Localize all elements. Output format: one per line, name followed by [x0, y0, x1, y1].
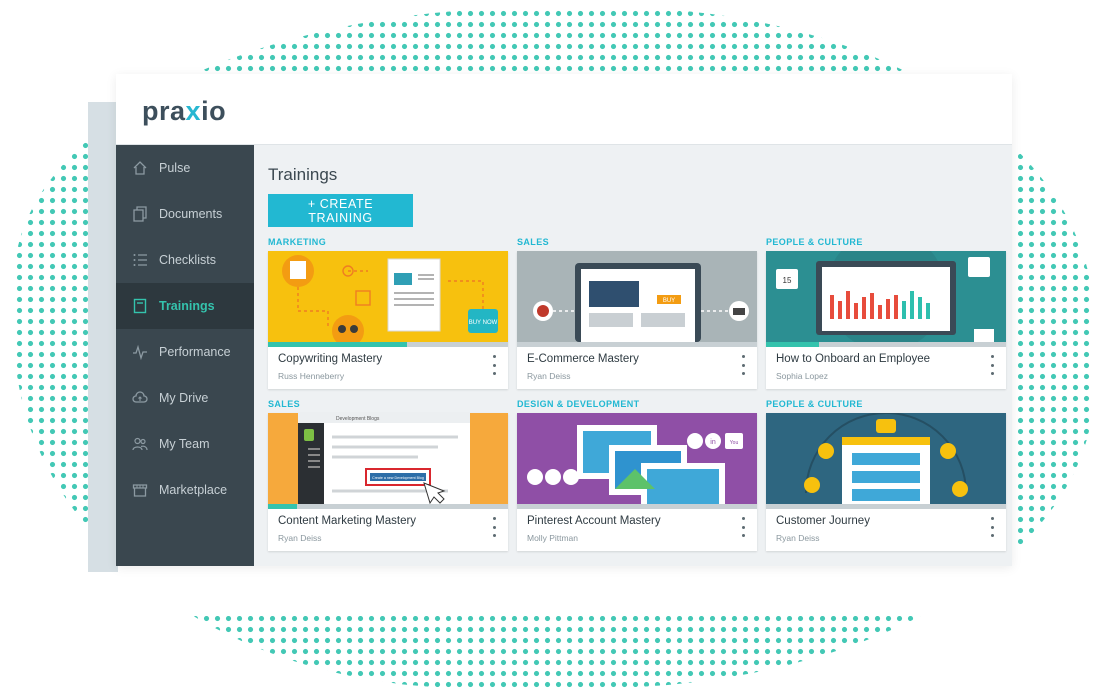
- main-content: Trainings + CREATE TRAINING MARKETING BU…: [254, 145, 1012, 566]
- card-category-label: SALES: [268, 399, 301, 409]
- training-thumbnail-onboard: 15: [766, 251, 1006, 342]
- card-title: E-Commerce Mastery: [527, 353, 639, 365]
- card-author: Molly Pittman: [527, 533, 579, 543]
- training-thumbnail-marketing: BUY NOW: [268, 251, 508, 342]
- create-dev-blog-label: Create a new Development Blog: [372, 476, 424, 480]
- sidebar-item-trainings[interactable]: Trainings: [116, 283, 254, 329]
- progress-fill: [766, 342, 819, 347]
- sidebar-item-checklists[interactable]: Checklists: [116, 237, 254, 283]
- card-category-label: PEOPLE & CULTURE: [766, 399, 863, 409]
- window-shadow: [88, 102, 118, 572]
- card-title: Pinterest Account Mastery: [527, 515, 661, 527]
- progress-fill: [268, 504, 297, 509]
- sidebar: Pulse Documents Checklists Trainings Per…: [116, 145, 254, 566]
- cloud-icon: [132, 390, 148, 406]
- sidebar-item-marketplace[interactable]: Marketplace: [116, 467, 254, 513]
- card-author: Ryan Deiss: [527, 371, 571, 381]
- linkedin-label: in: [710, 439, 716, 446]
- training-card[interactable]: BUY E-Commerce Mastery Ryan Deiss: [517, 251, 757, 389]
- training-progress-bar: [517, 504, 757, 509]
- card-category-label: DESIGN & DEVELOPMENT: [517, 399, 640, 409]
- card-menu-icon[interactable]: [986, 517, 998, 537]
- buy-now-badge: BUY NOW: [469, 320, 498, 326]
- calendar-day-label: 15: [783, 276, 792, 285]
- page-title: Trainings: [268, 165, 338, 184]
- top-bar: praxio: [116, 74, 1012, 145]
- training-thumbnail-ecommerce: BUY: [517, 251, 757, 342]
- buy-label: BUY: [663, 298, 675, 304]
- card-author: Ryan Deiss: [278, 533, 322, 543]
- create-training-button[interactable]: + CREATE TRAINING: [268, 194, 413, 227]
- card-menu-icon[interactable]: [986, 355, 998, 375]
- documents-icon: [132, 206, 148, 222]
- card-author: Ryan Deiss: [776, 533, 820, 543]
- training-progress-bar: [517, 342, 757, 347]
- card-category-label: SALES: [517, 237, 550, 247]
- training-card[interactable]: in You Pinterest Account Mastery Molly P…: [517, 413, 757, 551]
- praxio-logo[interactable]: praxio: [142, 96, 226, 127]
- pulse-line-icon: [132, 344, 148, 360]
- home-icon: [132, 160, 148, 176]
- card-title: Customer Journey: [776, 515, 870, 527]
- card-author: Russ Henneberry: [278, 371, 345, 381]
- sidebar-item-my-team[interactable]: My Team: [116, 421, 254, 467]
- logo-text-suffix: io: [201, 96, 227, 126]
- sidebar-item-my-drive[interactable]: My Drive: [116, 375, 254, 421]
- sidebar-item-label: Checklists: [159, 253, 216, 267]
- training-progress-bar: [766, 504, 1006, 509]
- sidebar-item-label: Documents: [159, 207, 223, 221]
- training-progress-bar: [268, 342, 508, 347]
- training-card[interactable]: BUY NOW Copywriting Mastery Russ Hennebe…: [268, 251, 508, 389]
- card-category-label: MARKETING: [268, 237, 327, 247]
- training-progress-bar: [766, 342, 1006, 347]
- card-author: Sophia Lopez: [776, 371, 828, 381]
- training-card[interactable]: Customer Journey Ryan Deiss: [766, 413, 1006, 551]
- training-progress-bar: [268, 504, 508, 509]
- training-card[interactable]: 15 How to Onboard an Employee Sophia Lop…: [766, 251, 1006, 389]
- sidebar-item-pulse[interactable]: Pulse: [116, 145, 254, 191]
- training-card[interactable]: Development Blogs Create a new Developme…: [268, 413, 508, 551]
- sidebar-item-label: My Team: [159, 437, 210, 451]
- training-thumbnail-pinterest: in You: [517, 413, 757, 504]
- logo-text-x: x: [185, 96, 202, 126]
- card-category-label: PEOPLE & CULTURE: [766, 237, 863, 247]
- sidebar-item-documents[interactable]: Documents: [116, 191, 254, 237]
- sidebar-item-label: Trainings: [159, 299, 215, 313]
- training-thumbnail-journey: [766, 413, 1006, 504]
- team-icon: [132, 436, 148, 452]
- trainings-icon: [132, 298, 148, 314]
- dev-blogs-label: Development Blogs: [336, 416, 380, 422]
- card-menu-icon[interactable]: [737, 355, 749, 375]
- progress-fill: [268, 342, 408, 347]
- store-icon: [132, 482, 148, 498]
- card-menu-icon[interactable]: [488, 517, 500, 537]
- app-window: praxio Pulse Documents Checklists Traini…: [116, 74, 1012, 566]
- card-menu-icon[interactable]: [488, 355, 500, 375]
- sidebar-item-label: Pulse: [159, 161, 191, 175]
- card-title: How to Onboard an Employee: [776, 353, 931, 365]
- youtube-label: You: [730, 440, 739, 446]
- sidebar-item-label: Marketplace: [159, 483, 228, 497]
- sidebar-item-label: Performance: [159, 345, 231, 359]
- logo-text-prefix: pra: [142, 96, 186, 126]
- sidebar-item-performance[interactable]: Performance: [116, 329, 254, 375]
- card-title: Copywriting Mastery: [278, 353, 383, 365]
- training-thumbnail-content: Development Blogs Create a new Developme…: [268, 413, 508, 504]
- card-title: Content Marketing Mastery: [278, 515, 417, 527]
- checklist-icon: [132, 252, 148, 268]
- sidebar-item-label: My Drive: [159, 391, 209, 405]
- card-menu-icon[interactable]: [737, 517, 749, 537]
